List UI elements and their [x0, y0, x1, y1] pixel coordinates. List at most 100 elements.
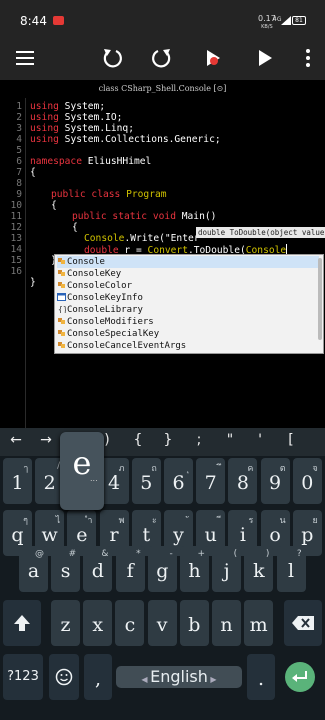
line-number: 15	[10, 255, 22, 266]
shift-icon	[14, 615, 30, 631]
key-label: q	[11, 524, 24, 546]
space-bar[interactable]: ◀ English ▶	[116, 666, 242, 688]
key-label: a	[27, 560, 40, 582]
suggestion-item[interactable]: ConsoleColor	[57, 280, 319, 292]
suggestion-item[interactable]: {}ConsoleLibrary	[57, 304, 319, 316]
key-k[interactable]: ) k	[244, 546, 274, 592]
more-vert-icon[interactable]	[294, 44, 322, 72]
line-number: 6	[16, 156, 22, 167]
key-l[interactable]: ? l	[276, 546, 306, 592]
key-6[interactable]: ุ6	[164, 458, 193, 504]
key-8[interactable]: ค8	[228, 458, 258, 504]
key-m[interactable]: m	[244, 600, 274, 646]
key-label: z	[60, 614, 71, 636]
type-name: Console	[84, 233, 125, 244]
build-icon[interactable]	[199, 44, 227, 72]
code-text: System.Collections.Generic;	[58, 134, 221, 145]
period-label: .	[257, 668, 265, 690]
key-g[interactable]: -g	[147, 546, 177, 592]
code-text: System.IO;	[58, 112, 123, 123]
left-arrow-key[interactable]: ←	[2, 432, 30, 448]
key-7[interactable]: ึ7	[196, 458, 226, 504]
line-number: 12	[10, 222, 22, 233]
symbols-toggle-key[interactable]: ?123	[3, 654, 43, 700]
key-a[interactable]: @ a	[19, 546, 48, 592]
key-j[interactable]: (j	[212, 546, 242, 592]
key-label: 7	[204, 472, 217, 494]
key-label: u	[204, 524, 217, 546]
key-preview-popup: e ...	[60, 432, 104, 510]
undo-icon[interactable]	[98, 44, 126, 72]
key-d[interactable]: & d	[83, 546, 113, 592]
play-icon[interactable]	[251, 44, 279, 72]
key-0[interactable]: จ0	[292, 458, 322, 504]
code-line-1: using System;	[30, 101, 105, 112]
symbol-row: ← → ( ) { } ; " ' [	[0, 428, 325, 456]
key-label: c	[124, 614, 136, 636]
symbol-key[interactable]: {	[124, 432, 152, 448]
suggestion-item[interactable]: ConsoleKey	[57, 268, 319, 280]
suggestion-item[interactable]: ConsoleSpecialKey	[57, 328, 319, 340]
symbol-key[interactable]: [	[277, 432, 305, 448]
key-5[interactable]: ถ5	[131, 458, 161, 504]
code-editor[interactable]: class CSharp_Shell.Console [⊙] 1 2 3 4 5…	[0, 80, 325, 428]
key-9[interactable]: ต9	[260, 458, 290, 504]
enter-key[interactable]	[285, 662, 315, 692]
key-label: p	[301, 524, 314, 546]
key-label: d	[91, 560, 104, 582]
backspace-key[interactable]	[284, 600, 322, 646]
suggestion-label: ConsoleLibrary	[67, 305, 143, 315]
key-h[interactable]: + h	[180, 546, 209, 592]
suggestion-item[interactable]: Console	[57, 256, 319, 268]
key-label: 0	[301, 472, 314, 494]
emoji-key[interactable]	[49, 654, 79, 700]
key-alt-label: )	[265, 549, 270, 559]
code-line-16: }	[30, 277, 36, 288]
suggestion-item[interactable]: ConsoleCancelEventArgs	[57, 340, 319, 352]
key-z[interactable]: z	[51, 600, 80, 646]
right-arrow-key[interactable]: →	[32, 432, 60, 448]
suggestion-item[interactable]: ConsoleModifiers	[57, 316, 319, 328]
status-time: 8:44	[20, 14, 47, 28]
line-number: 14	[10, 244, 22, 255]
key-alt-label: +	[197, 549, 205, 559]
comma-key[interactable]: ,	[84, 654, 112, 700]
suggestion-item[interactable]: ConsoleKeyInfo	[57, 292, 319, 304]
type-name: Program	[120, 189, 167, 200]
class-icon	[58, 318, 65, 324]
key-b[interactable]: b	[179, 600, 209, 646]
symbol-key[interactable]: }	[154, 432, 182, 448]
key-v[interactable]: v	[147, 600, 177, 646]
scrollbar[interactable]	[318, 258, 322, 340]
suggestion-label: Console	[67, 257, 105, 267]
code-line-12: {	[72, 222, 78, 233]
screen-record-icon	[53, 16, 64, 25]
suggestion-label: ConsoleModifiers	[67, 317, 154, 327]
key-x[interactable]: x	[83, 600, 113, 646]
hamburger-menu-icon[interactable]	[11, 44, 39, 72]
symbol-key[interactable]: "	[216, 432, 244, 448]
symbol-key[interactable]: ;	[185, 432, 213, 448]
period-key[interactable]: .	[247, 654, 275, 700]
key-label: r	[109, 524, 119, 546]
key-1[interactable]: ๅ1	[3, 458, 32, 504]
keyword: public class	[51, 189, 121, 200]
class-icon	[58, 270, 65, 276]
class-icon	[58, 282, 65, 288]
keyword: using	[30, 123, 59, 134]
key-label: m	[249, 614, 268, 636]
key-c[interactable]: c	[115, 600, 145, 646]
key-s[interactable]: # s	[51, 546, 81, 592]
code-text: .Write("Enter	[124, 233, 200, 244]
key-f[interactable]: * f	[115, 546, 145, 592]
line-number: 9	[16, 189, 22, 200]
key-label: l	[288, 560, 295, 582]
symbol-key[interactable]: '	[246, 432, 274, 448]
enter-icon	[292, 671, 307, 682]
language-label: English	[150, 667, 208, 686]
redo-icon[interactable]	[148, 44, 176, 72]
key-label: x	[92, 614, 104, 636]
key-label: w	[41, 524, 58, 546]
shift-key[interactable]	[3, 600, 41, 646]
key-n[interactable]: n	[212, 600, 241, 646]
